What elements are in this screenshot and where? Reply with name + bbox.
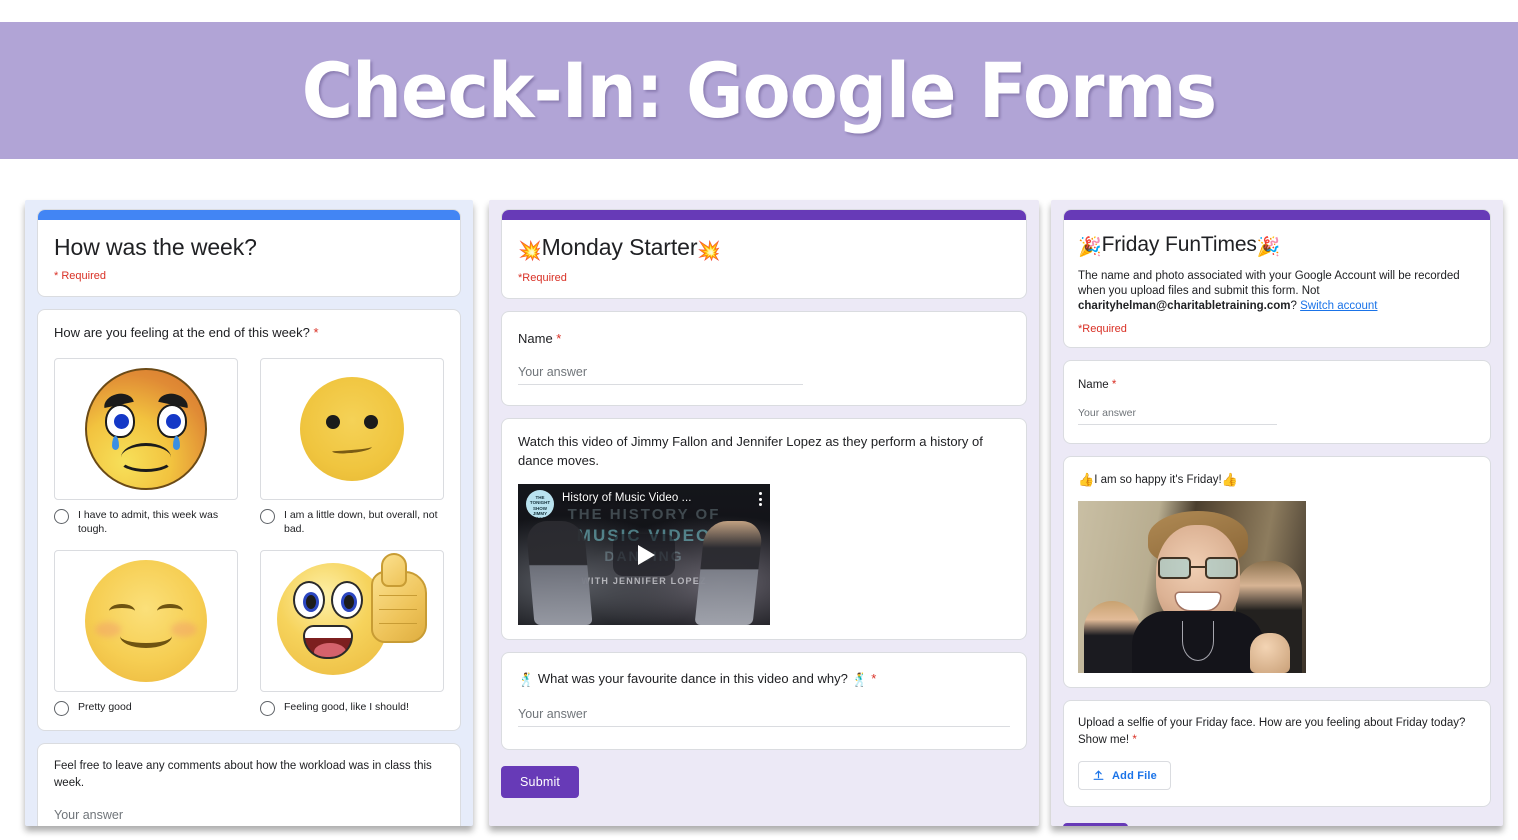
form2-header-card: 💥Monday Starter💥 *Required — [501, 209, 1027, 299]
form3-required-note: *Required — [1078, 322, 1127, 335]
form3-title-text: Friday FunTimes — [1101, 233, 1257, 256]
add-file-label: Add File — [1112, 769, 1157, 782]
form1-choice-label-0: I have to admit, this week was tough. — [78, 509, 219, 536]
form2-required-note: *Required — [518, 271, 567, 284]
form1-required-star: * — [313, 324, 319, 340]
form3-header-card: 🎉Friday FunTimes🎉 The name and photo ass… — [1063, 209, 1491, 348]
form2-name-required-star: * — [556, 330, 562, 346]
switch-account-link[interactable]: Switch account — [1300, 300, 1377, 312]
collision-emoji-left: 💥 — [518, 241, 542, 262]
form1-choice-0[interactable]: I have to admit, this week was tough. — [54, 358, 238, 536]
photo-thumbs-up-hand — [1250, 633, 1290, 674]
form3-account-email: charityhelman@charitabletraining.com — [1078, 300, 1291, 313]
form1-choice-grid: I have to admit, this week was tough. I … — [54, 358, 444, 717]
add-file-button[interactable]: Add File — [1078, 761, 1171, 791]
form1-radio-0[interactable] — [54, 509, 69, 525]
youtube-video-embed[interactable]: THE HISTORY OF MUSIC VIDEO DANCING WITH … — [518, 484, 770, 626]
form3-name-required-star: * — [1111, 378, 1117, 391]
form1-accent-bar — [38, 210, 460, 220]
form2-dance-question-label: 🕺 What was your favourite dance in this … — [518, 670, 1010, 689]
thumbs-up-happy-face-emoji — [260, 550, 444, 693]
kebab-menu-icon[interactable] — [759, 492, 762, 507]
form2-name-label-text: Name — [518, 330, 557, 346]
form3-notice-part2: ? — [1290, 300, 1301, 313]
form3-name-card: Name * Your answer — [1063, 359, 1491, 444]
form1-comment-input[interactable]: Your answer — [54, 808, 444, 826]
form3-upload-required-star: * — [1132, 733, 1137, 746]
form2-submit-button[interactable]: Submit — [501, 765, 580, 798]
form3-submit-button[interactable]: Submit — [1063, 823, 1129, 826]
party-popper-emoji-left: 🎉 — [1078, 237, 1102, 258]
form3-accent-bar — [1064, 210, 1490, 220]
slide-header-banner: Check-In: Google Forms — [0, 22, 1518, 159]
form1-comment-question: Feel free to leave any comments about ho… — [54, 760, 432, 789]
form1-header-card: How was the week? * Required — [37, 209, 461, 297]
form2-dance-question-text: What was your favourite dance in this vi… — [537, 671, 848, 687]
form2-name-input[interactable]: Your answer — [518, 365, 804, 386]
page-title: Check-In: Google Forms — [301, 46, 1217, 135]
form3-name-label: Name * — [1078, 377, 1476, 393]
form2-accent-bar — [502, 210, 1026, 220]
youtube-channel-avatar-icon[interactable]: THE TONIGHT SHOW JIMMY FALLON — [526, 490, 554, 519]
form1-radio-3[interactable] — [260, 701, 275, 717]
form1-choice-1[interactable]: I am a little down, but overall, not bad… — [260, 358, 444, 536]
form1-question-label: How are you feeling at the end of this w… — [54, 324, 444, 342]
thumbs-up-emoji-left: 👍 — [1078, 471, 1095, 487]
party-popper-emoji-right: 🎉 — [1256, 237, 1281, 258]
dancer-emoji-right: 🕺 — [851, 672, 868, 688]
form3-upload-card: Upload a selfie of your Friday face. How… — [1063, 700, 1491, 808]
video-title[interactable]: History of Music Video ... — [562, 492, 692, 504]
form2-video-prompt: Watch this video of Jimmy Fallon and Jen… — [518, 434, 983, 468]
play-button-icon[interactable] — [613, 533, 675, 576]
collision-emoji-right: 💥 — [697, 241, 721, 262]
form3-upload-question: Upload a selfie of your Friday face. How… — [1078, 715, 1476, 748]
glasses-icon — [1158, 557, 1238, 580]
form1-choice-label-2: Pretty good — [78, 701, 132, 714]
form2-title: 💥Monday Starter💥 — [518, 234, 1010, 264]
form3-friday-caption: 👍I am so happy it's Friday!👍 — [1078, 471, 1476, 489]
smiling-blush-face-emoji — [54, 550, 238, 693]
dancer-emoji-left: 🕺 — [518, 672, 535, 688]
form1-radio-1[interactable] — [260, 509, 275, 525]
form3-name-label-text: Name — [1078, 378, 1112, 391]
form1-choice-label-1: I am a little down, but overall, not bad… — [284, 509, 438, 536]
form3-name-input[interactable]: Your answer — [1078, 407, 1277, 425]
dancer-figure-right — [694, 521, 764, 626]
form3-friday-caption-text: I am so happy it's Friday! — [1094, 473, 1222, 486]
upload-icon — [1093, 770, 1104, 780]
form3-photo-card: 👍I am so happy it's Friday!👍 — [1063, 455, 1491, 689]
form2-title-text: Monday Starter — [541, 234, 698, 260]
form1-choice-3[interactable]: Feeling good, like I should! — [260, 550, 444, 717]
form3-title: 🎉Friday FunTimes🎉 — [1078, 232, 1476, 260]
form1-choice-2[interactable]: Pretty good — [54, 550, 238, 717]
form1-question-text: How are you feeling at the end of this w… — [54, 324, 314, 340]
form1-comment-card: Feel free to leave any comments about ho… — [37, 743, 461, 826]
thumbs-up-emoji-right: 👍 — [1221, 471, 1238, 487]
neutral-frowning-face-emoji — [260, 358, 444, 501]
crying-sad-face-emoji — [54, 358, 238, 501]
form2-dance-answer-input[interactable]: Your answer — [518, 707, 1010, 727]
form1-required-note: * Required — [54, 269, 106, 282]
form3-account-notice: The name and photo associated with your … — [1078, 269, 1476, 315]
form1-radio-2[interactable] — [54, 701, 69, 717]
form2-dance-question-card: 🕺 What was your favourite dance in this … — [501, 652, 1027, 750]
forms-panels-row: How was the week? * Required How are you… — [0, 200, 1518, 840]
form3-notice-part1: The name and photo associated with your … — [1078, 269, 1460, 298]
form2-dance-required-star: * — [871, 671, 877, 687]
form2-name-label: Name * — [518, 330, 1010, 348]
form-panel-how-was-the-week: How was the week? * Required How are you… — [25, 200, 473, 826]
form1-title: How was the week? — [54, 234, 257, 260]
dancer-figure-left — [525, 521, 593, 626]
form1-question-card: How are you feeling at the end of this w… — [37, 308, 461, 732]
form-panel-friday-funtimes: 🎉Friday FunTimes🎉 The name and photo ass… — [1051, 200, 1503, 826]
form-panel-monday-starter: 💥Monday Starter💥 *Required Name * Your a… — [489, 200, 1039, 826]
slide-canvas: Check-In: Google Forms How was the week?… — [0, 0, 1518, 840]
subject-smile — [1176, 593, 1220, 611]
form2-video-card: Watch this video of Jimmy Fallon and Jen… — [501, 418, 1027, 641]
friday-selfie-photo — [1078, 501, 1306, 674]
form2-name-card: Name * Your answer — [501, 310, 1027, 407]
form1-choice-label-3: Feeling good, like I should! — [284, 701, 409, 714]
